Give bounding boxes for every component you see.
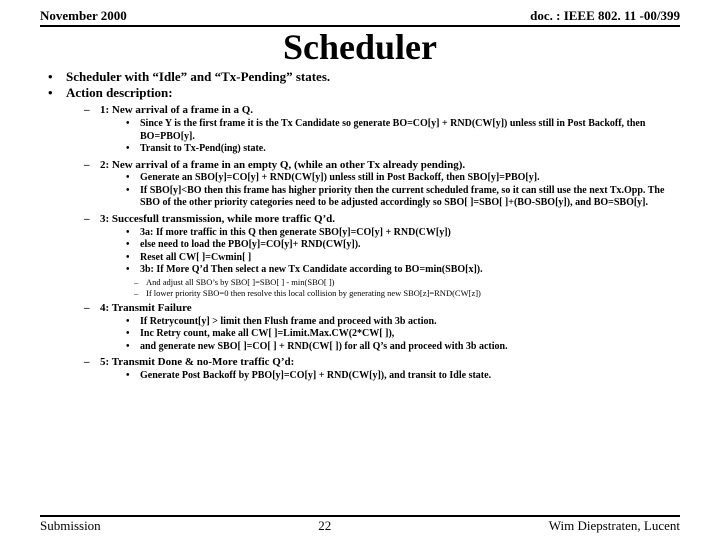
- detail-item: Generate an SBO[y]=CO[y] + RND(CW[y]) un…: [100, 172, 680, 185]
- section-heading: 5: Transmit Done & no-More traffic Q’d:: [100, 356, 294, 368]
- section-heading: 1: New arrival of a frame in a Q.: [100, 104, 253, 116]
- slide-title: Scheduler: [40, 29, 680, 67]
- section-heading: 2: New arrival of a frame in an empty Q,…: [100, 159, 465, 171]
- detail-item: 3a: If more traffic in this Q then gener…: [100, 227, 680, 240]
- subdetail-item: If lower priority SBO=0 then resolve thi…: [100, 288, 680, 299]
- subdetail-list: And adjust all SBO’s by SBO[ ]=SBO[ ] - …: [100, 277, 680, 299]
- detail-list: 3a: If more traffic in this Q then gener…: [100, 227, 680, 277]
- footer-author: Wim Diepstraten, Lucent: [549, 518, 680, 534]
- detail-item: else need to load the PBO[y]=CO[y]+ RND(…: [100, 239, 680, 252]
- section-item: 1: New arrival of a frame in a Q. Since …: [66, 103, 680, 155]
- section-heading: 3: Succesfull transmission, while more t…: [100, 213, 335, 225]
- detail-list: Generate Post Backoff by PBO[y]=CO[y] + …: [100, 370, 680, 383]
- detail-item: Transit to Tx-Pend(ing) state.: [100, 143, 680, 156]
- header-date: November 2000: [40, 8, 127, 24]
- detail-item: If SBO[y]<BO then this frame has higher …: [100, 185, 680, 210]
- detail-item: If Retrycount[y] > limit then Flush fram…: [100, 316, 680, 329]
- detail-item: 3b: If More Q’d Then select a new Tx Can…: [100, 264, 680, 277]
- section-item: 3: Succesfull transmission, while more t…: [66, 212, 680, 299]
- detail-item: Generate Post Backoff by PBO[y]=CO[y] + …: [100, 370, 680, 383]
- bullet-item: Action description: 1: New arrival of a …: [40, 85, 680, 383]
- footer-page-number: 22: [318, 518, 331, 534]
- footer-bar: Submission 22 Wim Diepstraten, Lucent: [40, 515, 680, 534]
- top-bullet-list: Scheduler with “Idle” and “Tx-Pending” s…: [40, 69, 680, 383]
- section-heading: 4: Transmit Failure: [100, 302, 192, 314]
- detail-item: Reset all CW[ ]=Cwmin[ ]: [100, 252, 680, 265]
- bullet-text: Scheduler with “Idle” and “Tx-Pending” s…: [66, 69, 330, 84]
- section-item: 4: Transmit Failure If Retrycount[y] > l…: [66, 301, 680, 353]
- header-bar: November 2000 doc. : IEEE 802. 11 -00/39…: [40, 8, 680, 27]
- bullet-item: Scheduler with “Idle” and “Tx-Pending” s…: [40, 69, 680, 85]
- section-list: 1: New arrival of a frame in a Q. Since …: [66, 103, 680, 382]
- subdetail-item: And adjust all SBO’s by SBO[ ]=SBO[ ] - …: [100, 277, 680, 288]
- detail-list: Generate an SBO[y]=CO[y] + RND(CW[y]) un…: [100, 172, 680, 210]
- detail-item: Since Y is the first frame it is the Tx …: [100, 118, 680, 143]
- detail-item: and generate new SBO[ ]=CO[ ] + RND(CW[ …: [100, 341, 680, 354]
- detail-list: If Retrycount[y] > limit then Flush fram…: [100, 316, 680, 354]
- detail-item: Inc Retry count, make all CW[ ]=Limit.Ma…: [100, 328, 680, 341]
- slide-page: November 2000 doc. : IEEE 802. 11 -00/39…: [0, 0, 720, 540]
- footer-left: Submission: [40, 518, 101, 534]
- detail-list: Since Y is the first frame it is the Tx …: [100, 118, 680, 156]
- slide-content: Scheduler with “Idle” and “Tx-Pending” s…: [40, 69, 680, 515]
- section-item: 2: New arrival of a frame in an empty Q,…: [66, 158, 680, 210]
- header-doc-id: doc. : IEEE 802. 11 -00/399: [530, 8, 680, 24]
- bullet-text: Action description:: [66, 85, 173, 100]
- section-item: 5: Transmit Done & no-More traffic Q’d: …: [66, 355, 680, 382]
